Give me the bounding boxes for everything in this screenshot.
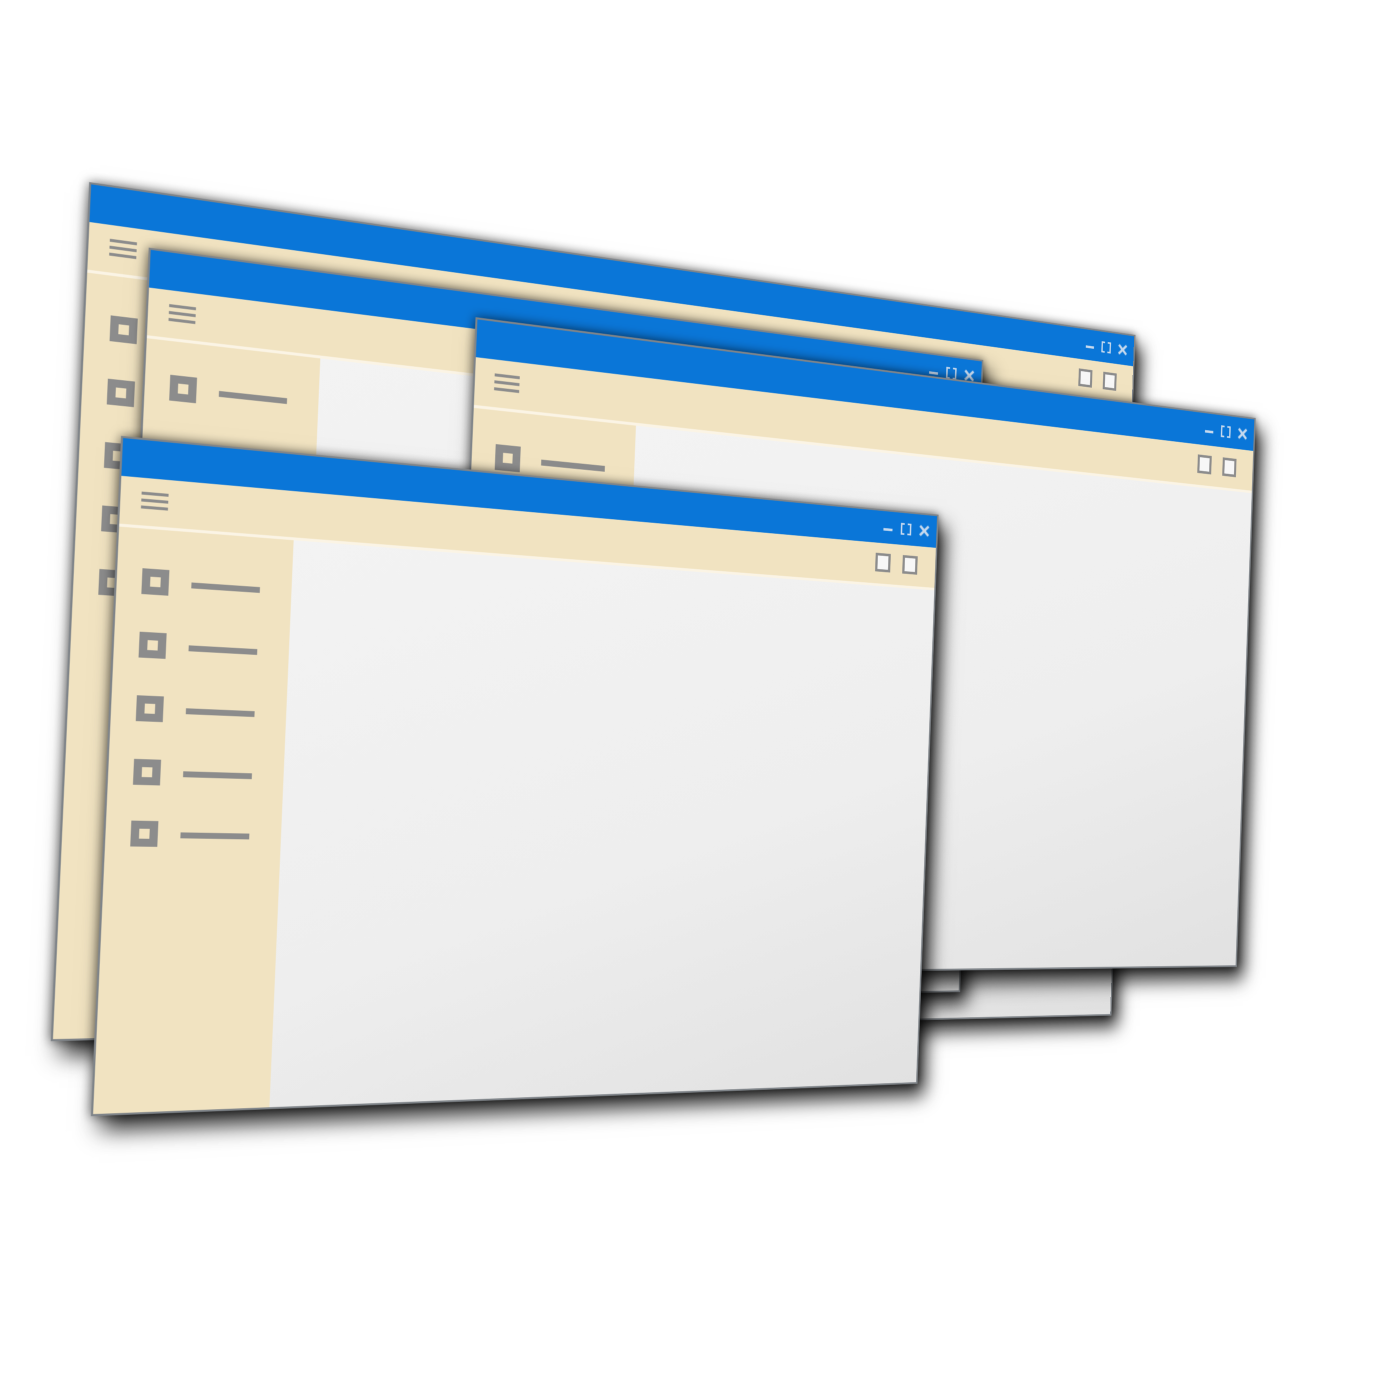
item-icon xyxy=(494,444,521,473)
sidebar-item[interactable] xyxy=(138,631,281,667)
maximize-icon[interactable] xyxy=(1220,425,1231,439)
close-icon[interactable] xyxy=(919,525,930,538)
sidebar-item[interactable] xyxy=(135,695,279,728)
sidebar xyxy=(93,526,294,1115)
minimize-icon[interactable] xyxy=(1204,423,1214,436)
item-icon xyxy=(135,695,164,723)
toolbar-button[interactable] xyxy=(1197,454,1212,475)
hamburger-menu-icon[interactable] xyxy=(168,302,197,327)
close-icon[interactable] xyxy=(1117,343,1127,355)
maximize-icon[interactable] xyxy=(1101,341,1112,354)
window-front[interactable] xyxy=(90,435,939,1117)
window-controls xyxy=(883,521,930,537)
item-label-placeholder xyxy=(183,771,252,780)
item-icon xyxy=(106,378,136,408)
minimize-icon[interactable] xyxy=(883,521,894,534)
hamburger-menu-icon[interactable] xyxy=(109,237,137,262)
toolbar-button[interactable] xyxy=(875,552,891,573)
hamburger-menu-icon[interactable] xyxy=(494,371,520,396)
toolbar-button[interactable] xyxy=(1078,368,1093,388)
maximize-icon[interactable] xyxy=(900,522,912,536)
item-icon xyxy=(169,374,198,404)
toolbar-button[interactable] xyxy=(1222,457,1237,478)
item-label-placeholder xyxy=(185,708,255,718)
hamburger-menu-icon[interactable] xyxy=(140,490,169,514)
sidebar-item[interactable] xyxy=(141,568,284,605)
item-label-placeholder xyxy=(541,459,605,472)
item-icon xyxy=(138,631,167,659)
toolbar-buttons xyxy=(1197,454,1237,478)
item-icon xyxy=(109,315,138,345)
content-area[interactable] xyxy=(269,540,935,1108)
toolbar-buttons xyxy=(875,552,918,575)
desktop-stage xyxy=(0,0,1390,1390)
item-icon xyxy=(132,758,162,786)
window-controls xyxy=(1085,339,1127,356)
item-label-placeholder xyxy=(218,390,288,405)
sidebar-item[interactable] xyxy=(130,820,274,851)
item-label-placeholder xyxy=(180,832,250,840)
item-label-placeholder xyxy=(188,645,258,655)
toolbar-button[interactable] xyxy=(902,555,918,575)
item-icon xyxy=(141,568,170,596)
toolbar-buttons xyxy=(1078,368,1117,391)
toolbar-button[interactable] xyxy=(1102,371,1117,391)
sidebar-item[interactable] xyxy=(132,758,276,791)
minimize-icon[interactable] xyxy=(1085,339,1095,351)
close-icon[interactable] xyxy=(1237,427,1247,440)
item-icon xyxy=(130,820,159,847)
window-controls xyxy=(1204,423,1247,440)
item-label-placeholder xyxy=(191,582,260,593)
sidebar-item[interactable] xyxy=(169,374,311,417)
